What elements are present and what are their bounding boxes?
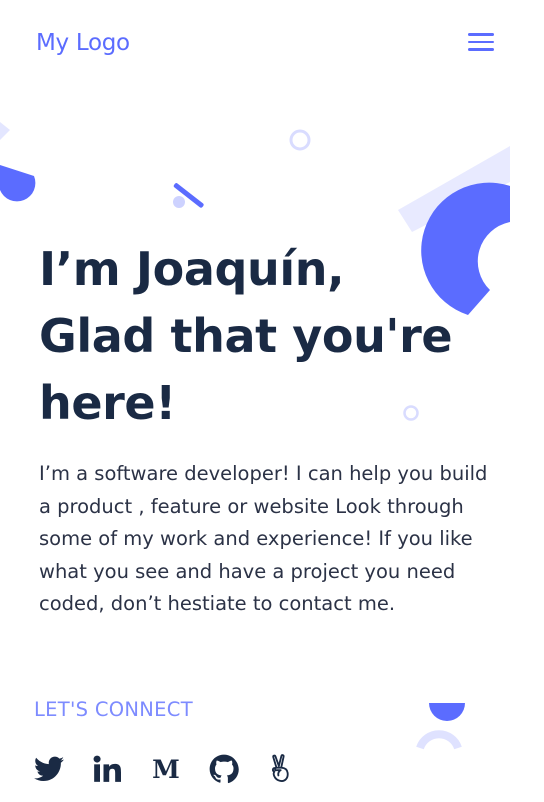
twitter-icon xyxy=(34,756,64,781)
github-icon xyxy=(209,754,239,784)
linkedin-icon xyxy=(93,755,121,782)
hero-heading-line-3: here! xyxy=(39,376,176,430)
connect-heading: LET'S CONNECT xyxy=(34,698,193,721)
hero-heading: I’m Joaquín, Glad that you're here! xyxy=(39,236,519,437)
angellist-link[interactable] xyxy=(263,752,297,786)
deco-half-circle-bottom xyxy=(429,703,465,721)
hero-intro-text: I’m a software developer! I can help you… xyxy=(39,462,488,615)
medium-icon: M xyxy=(152,754,180,784)
deco-dot xyxy=(173,196,185,208)
angellist-icon xyxy=(271,754,289,782)
deco-ring-top xyxy=(289,129,311,151)
site-header: My Logo xyxy=(0,0,544,90)
deco-triangle-light xyxy=(0,122,10,140)
hero-heading-line-1: I’m Joaquín, xyxy=(39,242,345,296)
deco-band-light xyxy=(398,146,510,232)
linkedin-link[interactable] xyxy=(90,752,124,786)
twitter-link[interactable] xyxy=(32,752,66,786)
deco-half-circle-left xyxy=(0,165,36,202)
hero-heading-line-2: Glad that you're xyxy=(39,309,453,363)
deco-stick xyxy=(173,183,204,208)
github-link[interactable] xyxy=(207,752,241,786)
hamburger-menu-icon[interactable] xyxy=(468,33,494,51)
medium-link[interactable]: M xyxy=(149,752,183,786)
site-logo[interactable]: My Logo xyxy=(36,30,130,56)
deco-arc-bottom xyxy=(416,730,462,750)
